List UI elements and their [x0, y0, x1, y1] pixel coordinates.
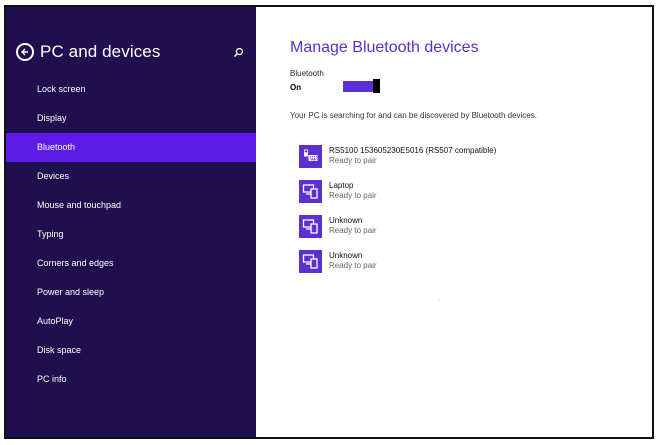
scanner-device-icon — [299, 144, 322, 168]
sidebar-item-display[interactable]: Display — [6, 104, 256, 133]
sidebar-title: PC and devices — [40, 42, 161, 61]
sidebar-item-typing[interactable]: Typing — [6, 220, 256, 249]
bluetooth-toggle[interactable] — [343, 79, 380, 93]
device-name: Unknown — [329, 251, 363, 260]
device-text: Unknown Ready to pair — [329, 216, 377, 236]
toggle-thumb[interactable] — [373, 79, 380, 93]
sidebar-item-mouse-and-touchpad[interactable]: Mouse and touchpad — [6, 191, 256, 220]
sidebar-header: PC and devices — [16, 37, 246, 67]
device-name: Unknown — [329, 216, 363, 225]
device-status: Ready to pair — [329, 156, 377, 165]
sidebar-item-bluetooth[interactable]: Bluetooth — [6, 133, 256, 162]
device-status: Ready to pair — [329, 191, 377, 200]
device-item[interactable]: Unknown Ready to pair — [299, 248, 496, 274]
sidebar-item-lock-screen[interactable]: Lock screen — [6, 75, 256, 104]
device-name: Laptop — [329, 181, 354, 190]
computer-device-icon — [299, 214, 322, 238]
device-item[interactable]: Unknown Ready to pair — [299, 213, 496, 239]
bluetooth-state: On — [290, 83, 302, 92]
back-arrow-icon[interactable] — [16, 43, 34, 61]
sidebar-item-disk-space[interactable]: Disk space — [6, 336, 256, 365]
sidebar-item-autoplay[interactable]: AutoPlay — [6, 307, 256, 336]
search-icon[interactable] — [230, 44, 246, 60]
device-list: RS5100 153605230E5016 (RS507 compatible)… — [299, 143, 496, 283]
sidebar: PC and devices Lock screen Display Bluet… — [6, 7, 256, 437]
settings-window: PC and devices Lock screen Display Bluet… — [4, 5, 654, 439]
device-text: RS5100 153605230E5016 (RS507 compatible)… — [329, 146, 496, 166]
page-title: Manage Bluetooth devices — [290, 39, 479, 56]
sidebar-item-power-and-sleep[interactable]: Power and sleep — [6, 278, 256, 307]
sidebar-item-devices[interactable]: Devices — [6, 162, 256, 191]
main-panel: Manage Bluetooth devices Bluetooth On Yo… — [256, 7, 652, 437]
sidebar-item-pc-info[interactable]: PC info — [6, 365, 256, 394]
device-item[interactable]: RS5100 153605230E5016 (RS507 compatible)… — [299, 143, 496, 169]
device-name: RS5100 153605230E5016 (RS507 compatible) — [329, 146, 497, 155]
device-item[interactable]: Laptop Ready to pair — [299, 178, 496, 204]
bluetooth-label: Bluetooth — [290, 69, 324, 78]
device-status: Ready to pair — [329, 226, 377, 235]
computer-device-icon — [299, 249, 322, 273]
sidebar-item-corners-and-edges[interactable]: Corners and edges — [6, 249, 256, 278]
device-text: Laptop Ready to pair — [329, 181, 377, 201]
divider-dot — [439, 299, 440, 300]
device-text: Unknown Ready to pair — [329, 251, 377, 271]
search-status-message: Your PC is searching for and can be disc… — [290, 111, 537, 120]
computer-device-icon — [299, 179, 322, 203]
sidebar-nav: Lock screen Display Bluetooth Devices Mo… — [6, 75, 256, 394]
device-status: Ready to pair — [329, 261, 377, 270]
